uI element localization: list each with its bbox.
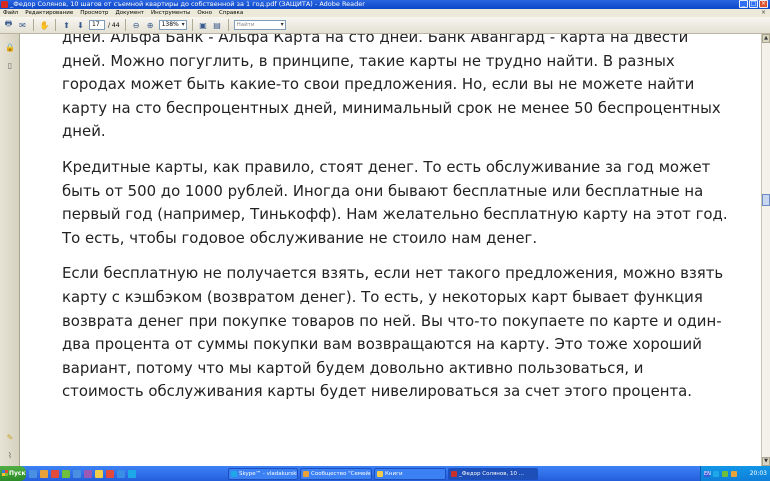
taskbar-window-label: Skype™ - vladakurski1974 bbox=[239, 470, 298, 477]
quicklaunch-icon[interactable] bbox=[128, 469, 136, 478]
text-line: возврата денег при покупке товаров по не… bbox=[62, 311, 722, 330]
paragraph: дней. Альфа Банк - Альфа Карта на сто дн… bbox=[62, 34, 722, 144]
taskbar-window-button[interactable]: Книги bbox=[374, 467, 446, 480]
text-line: дней. Можно погуглить, в принципе, такие… bbox=[62, 51, 675, 70]
paragraph: Если бесплатную не получается взять, есл… bbox=[62, 262, 724, 404]
text-line: стоимость обслуживания карты будет нивел… bbox=[62, 382, 693, 401]
minimize-button[interactable]: _ bbox=[739, 0, 748, 8]
window-icon bbox=[303, 470, 309, 477]
quicklaunch-icon[interactable] bbox=[62, 469, 70, 478]
find-input[interactable]: Найти bbox=[233, 20, 286, 30]
scroll-thumb[interactable] bbox=[762, 194, 770, 206]
vertical-scrollbar[interactable]: ▲ ▼ bbox=[761, 34, 770, 466]
taskbar-window-button[interactable]: Сообщество "Семейны... bbox=[300, 467, 372, 480]
text-line: городах может быть какие-то свои предлож… bbox=[62, 75, 695, 94]
toolbar: 🖶 ✉ ✋ ⬆ ⬇ 17 / 44 ⊖ ⊕ 138% ▣ ▤ Найти bbox=[0, 17, 770, 34]
fit-width-icon[interactable]: ▤ bbox=[212, 20, 223, 31]
menu-help[interactable]: Справка bbox=[219, 10, 243, 16]
toolbar-separator bbox=[55, 19, 56, 31]
toolbar-separator bbox=[191, 19, 193, 31]
scroll-up-button[interactable]: ▲ bbox=[762, 34, 770, 43]
fit-page-icon[interactable]: ▣ bbox=[198, 20, 209, 31]
text-line: То есть, чтобы годовое обслуживание не с… bbox=[62, 228, 538, 247]
zoom-select[interactable]: 138% bbox=[158, 20, 187, 30]
window-title-bar[interactable]: _Федор Солянов, 10 шагов от съемной квар… bbox=[0, 0, 770, 9]
taskbar-window-label: Сообщество "Семейны... bbox=[311, 470, 371, 477]
quicklaunch-icon[interactable] bbox=[51, 469, 59, 478]
menu-window[interactable]: Окно bbox=[197, 10, 212, 16]
navigation-pane: 🔒 ▯ ✎ ⌇ bbox=[0, 34, 20, 466]
taskbar-window-label: _Федор Солянов, 10 ... bbox=[459, 470, 524, 477]
skype-tray-icon[interactable] bbox=[713, 470, 719, 477]
menu-tools[interactable]: Инструменты bbox=[151, 10, 190, 16]
document-text: дней. Альфа Банк - Альфа Карта на сто дн… bbox=[62, 34, 728, 416]
menu-close-icon[interactable]: × bbox=[761, 9, 766, 17]
text-line: быть от 500 до 1000 рублей. Иногда они б… bbox=[62, 181, 704, 200]
text-line: два процента от суммы покупки вам возвра… bbox=[62, 335, 702, 354]
document-view[interactable]: дней. Альфа Банк - Альфа Карта на сто дн… bbox=[21, 34, 761, 466]
email-icon[interactable]: ✉ bbox=[17, 20, 28, 31]
hand-tool-icon[interactable]: ✋ bbox=[39, 20, 50, 31]
menu-bar: Файл Редактирование Просмотр Документ Ин… bbox=[0, 9, 770, 17]
taskbar-window-label: Книги bbox=[385, 470, 403, 477]
menu-file[interactable]: Файл bbox=[3, 10, 18, 16]
toolbar-separator bbox=[124, 19, 126, 31]
maximize-button[interactable]: □ bbox=[749, 0, 758, 8]
quicklaunch-icon[interactable] bbox=[40, 469, 48, 478]
menu-view[interactable]: Просмотр bbox=[80, 10, 108, 16]
toolbar-separator bbox=[227, 19, 229, 31]
print-icon[interactable]: 🖶 bbox=[3, 19, 14, 31]
comments-icon[interactable]: ✎ bbox=[5, 432, 15, 442]
clock: 20:03 bbox=[749, 470, 767, 477]
close-button[interactable]: × bbox=[759, 0, 768, 8]
task-list: Skype™ - vladakurski1974 Сообщество "Семе… bbox=[226, 467, 538, 480]
next-page-icon[interactable]: ⬇ bbox=[75, 20, 86, 31]
quicklaunch-icon[interactable] bbox=[95, 469, 103, 478]
start-button[interactable]: Пуск bbox=[0, 466, 26, 481]
toolbar-separator bbox=[33, 19, 34, 31]
text-line: Кредитные карты, как правило, стоят дене… bbox=[62, 157, 711, 176]
adobe-reader-icon bbox=[1, 1, 8, 8]
zoom-in-icon[interactable]: ⊕ bbox=[145, 20, 156, 31]
menu-edit[interactable]: Редактирование bbox=[25, 10, 73, 16]
previous-page-icon[interactable]: ⬆ bbox=[61, 20, 72, 31]
lock-icon[interactable]: 🔒 bbox=[5, 42, 15, 52]
taskbar: Пуск Skype™ - vladakurski1974 Сообщество … bbox=[0, 466, 770, 481]
quicklaunch-icon[interactable] bbox=[117, 469, 125, 478]
taskbar-window-button[interactable]: Skype™ - vladakurski1974 bbox=[228, 467, 298, 480]
text-line: вариант, потому что мы картой будем дово… bbox=[62, 358, 644, 377]
network-tray-icon[interactable] bbox=[722, 470, 728, 477]
window-icon bbox=[231, 470, 237, 477]
taskbar-window-button[interactable]: _Федор Солянов, 10 ... bbox=[448, 467, 538, 480]
attachment-icon[interactable]: ⌇ bbox=[5, 450, 15, 460]
text-line: дней. bbox=[62, 122, 106, 141]
window-icon bbox=[377, 470, 383, 477]
text-line: дней. Альфа Банк - Альфа Карта на сто дн… bbox=[62, 34, 689, 46]
text-line: карту с кэшбэком (возвратом денег). То е… bbox=[62, 287, 703, 306]
menu-document[interactable]: Документ bbox=[115, 10, 144, 16]
text-line: карту на сто беспроцентных дней, минимал… bbox=[62, 98, 721, 117]
page-number-input[interactable]: 17 bbox=[89, 20, 105, 30]
language-indicator[interactable]: EN bbox=[704, 470, 711, 477]
pages-icon[interactable]: ▯ bbox=[5, 60, 15, 70]
window-title: _Федор Солянов, 10 шагов от съемной квар… bbox=[10, 0, 365, 8]
quicklaunch-icon[interactable] bbox=[84, 469, 92, 478]
window-icon bbox=[451, 470, 457, 477]
quicklaunch-icon[interactable] bbox=[106, 469, 114, 478]
scroll-down-button[interactable]: ▼ bbox=[762, 457, 770, 466]
system-tray: EN 20:03 bbox=[700, 466, 770, 481]
text-line: первый год (например, Тинькофф). Нам жел… bbox=[62, 205, 728, 224]
volume-tray-icon[interactable] bbox=[731, 470, 737, 477]
quicklaunch-icon[interactable] bbox=[29, 469, 37, 478]
text-line: Если бесплатную не получается взять, есл… bbox=[62, 264, 724, 283]
page-total: / 44 bbox=[108, 21, 120, 29]
zoom-out-icon[interactable]: ⊖ bbox=[131, 20, 142, 31]
paragraph: Кредитные карты, как правило, стоят дене… bbox=[62, 156, 728, 250]
quicklaunch-icon[interactable] bbox=[73, 469, 81, 478]
